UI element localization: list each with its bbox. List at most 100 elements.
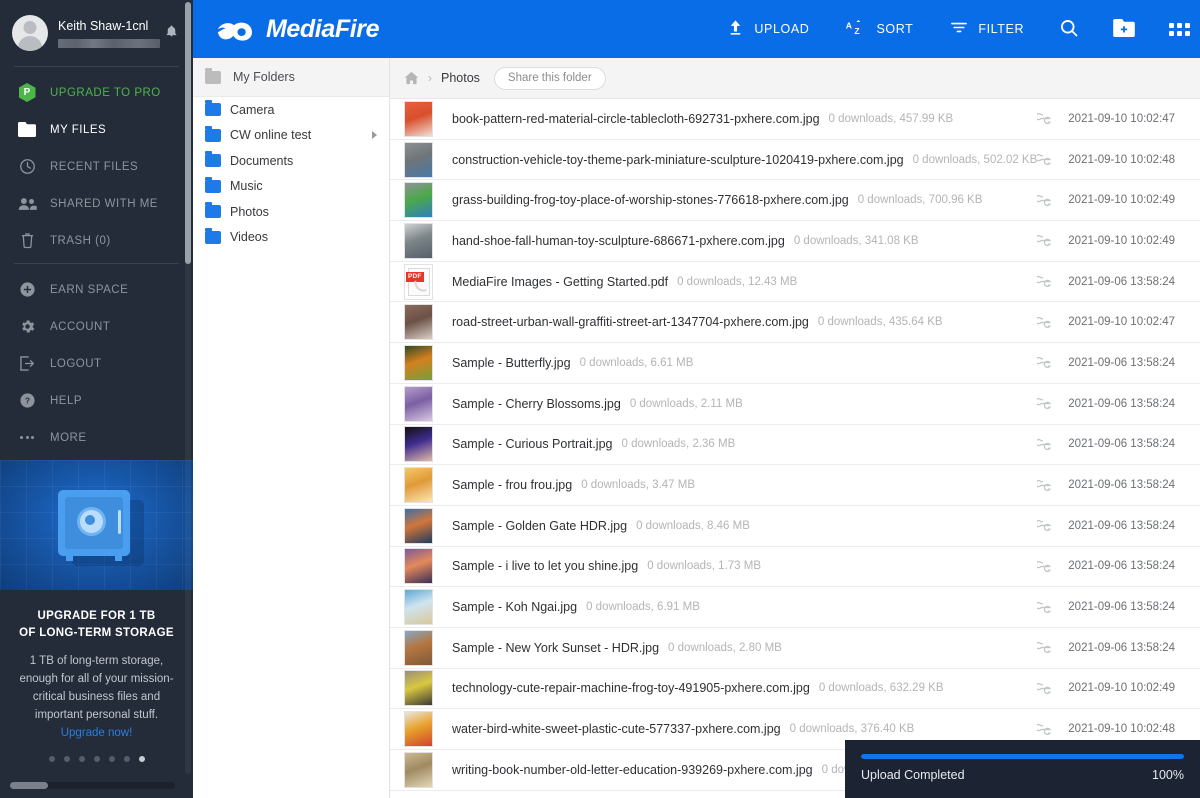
file-name[interactable]: road-street-urban-wall-graffiti-street-a… [452, 315, 809, 329]
promo-upgrade-link[interactable]: Upgrade now! [61, 727, 133, 739]
tree-item-camera[interactable]: Camera [193, 97, 389, 123]
share-link-icon[interactable] [1037, 642, 1054, 653]
tree-item-videos[interactable]: Videos [193, 225, 389, 251]
tree-item-photos[interactable]: Photos [193, 199, 389, 225]
row-menu-button[interactable] [1189, 723, 1200, 736]
file-name[interactable]: writing-book-number-old-letter-education… [452, 763, 813, 777]
promo-dot[interactable] [49, 756, 55, 762]
table-row[interactable]: Sample - Curious Portrait.jpg0 downloads… [390, 425, 1200, 466]
table-row[interactable]: construction-vehicle-toy-theme-park-mini… [390, 140, 1200, 181]
table-row[interactable]: PDFMediaFire Images - Getting Started.pd… [390, 262, 1200, 303]
promo-dot[interactable] [64, 756, 70, 762]
table-row[interactable]: Sample - Cherry Blossoms.jpg0 downloads,… [390, 384, 1200, 425]
promo-carousel-dots[interactable] [12, 756, 181, 762]
row-menu-button[interactable] [1189, 601, 1200, 614]
row-menu-button[interactable] [1189, 194, 1200, 207]
file-name[interactable]: Sample - Curious Portrait.jpg [452, 437, 612, 451]
file-name[interactable]: Sample - frou frou.jpg [452, 478, 572, 492]
file-name[interactable]: water-bird-white-sweet-plastic-cute-5773… [452, 722, 781, 736]
tree-item-music[interactable]: Music [193, 174, 389, 200]
row-menu-button[interactable] [1189, 316, 1200, 329]
sidebar-item-trash[interactable]: TRASH (0) [0, 222, 193, 259]
promo-dot[interactable] [109, 756, 115, 762]
grid-view-button[interactable] [1152, 0, 1200, 58]
mediafire-logo[interactable]: MediaFire [217, 15, 379, 44]
share-link-icon[interactable] [1037, 602, 1054, 613]
row-menu-button[interactable] [1189, 642, 1200, 655]
row-menu-button[interactable] [1189, 153, 1200, 166]
sidebar-item-logout[interactable]: LOGOUT [0, 345, 193, 382]
table-row[interactable]: Sample - Butterfly.jpg0 downloads, 6.61 … [390, 343, 1200, 384]
table-row[interactable]: Sample - i live to let you shine.jpg0 do… [390, 547, 1200, 588]
promo-dot[interactable] [124, 756, 130, 762]
file-name[interactable]: book-pattern-red-material-circle-tablecl… [452, 112, 820, 126]
chevron-right-icon[interactable] [372, 131, 377, 139]
sidebar-item-help[interactable]: ? HELP [0, 382, 193, 419]
sidebar-item-earn-space[interactable]: EARN SPACE [0, 271, 193, 308]
row-menu-button[interactable] [1189, 357, 1200, 370]
share-link-icon[interactable] [1037, 398, 1054, 409]
share-link-icon[interactable] [1037, 276, 1054, 287]
row-menu-button[interactable] [1189, 113, 1200, 126]
tree-item-my-folders[interactable]: My Folders [193, 58, 389, 97]
table-row[interactable]: hand-shoe-fall-human-toy-sculpture-68667… [390, 221, 1200, 262]
share-link-icon[interactable] [1037, 520, 1054, 531]
file-name[interactable]: hand-shoe-fall-human-toy-sculpture-68667… [452, 234, 785, 248]
file-name[interactable]: Sample - Koh Ngai.jpg [452, 600, 577, 614]
table-row[interactable]: grass-building-frog-toy-place-of-worship… [390, 180, 1200, 221]
share-this-folder-button[interactable]: Share this folder [494, 67, 606, 90]
share-link-icon[interactable] [1037, 154, 1054, 165]
sidebar-item-upgrade-to-pro[interactable]: P UPGRADE TO PRO [0, 74, 193, 111]
share-link-icon[interactable] [1037, 724, 1054, 735]
table-row[interactable]: road-street-urban-wall-graffiti-street-a… [390, 302, 1200, 343]
row-menu-button[interactable] [1189, 275, 1200, 288]
share-link-icon[interactable] [1037, 480, 1054, 491]
share-link-icon[interactable] [1037, 683, 1054, 694]
promo-dot-active[interactable] [139, 756, 145, 762]
file-name[interactable]: Sample - Butterfly.jpg [452, 356, 571, 370]
share-link-icon[interactable] [1037, 439, 1054, 450]
row-menu-button[interactable] [1189, 560, 1200, 573]
row-menu-button[interactable] [1189, 235, 1200, 248]
tree-item-documents[interactable]: Documents [193, 148, 389, 174]
table-row[interactable]: technology-cute-repair-machine-frog-toy-… [390, 669, 1200, 710]
table-row[interactable]: Sample - Golden Gate HDR.jpg0 downloads,… [390, 506, 1200, 547]
file-name[interactable]: Sample - Cherry Blossoms.jpg [452, 397, 621, 411]
sidebar-item-my-files[interactable]: MY FILES [0, 111, 193, 148]
table-row[interactable]: book-pattern-red-material-circle-tablecl… [390, 99, 1200, 140]
tree-item-cw-online-test[interactable]: CW online test [193, 123, 389, 149]
row-menu-button[interactable] [1189, 519, 1200, 532]
table-row[interactable]: Sample - frou frou.jpg0 downloads, 3.47 … [390, 465, 1200, 506]
home-icon[interactable] [404, 71, 419, 85]
file-name[interactable]: Sample - New York Sunset - HDR.jpg [452, 641, 659, 655]
sort-button[interactable]: A Z SORT [827, 0, 931, 58]
share-link-icon[interactable] [1037, 357, 1054, 368]
bell-icon[interactable] [165, 24, 179, 43]
filter-button[interactable]: FILTER [931, 0, 1042, 58]
file-name[interactable]: MediaFire Images - Getting Started.pdf [452, 275, 668, 289]
account-block[interactable]: Keith Shaw-1cnl [0, 0, 193, 66]
sidebar-vertical-scrollbar[interactable] [185, 2, 191, 774]
table-row[interactable]: Sample - Koh Ngai.jpg0 downloads, 6.91 M… [390, 587, 1200, 628]
promo-image[interactable] [0, 460, 193, 590]
share-link-icon[interactable] [1037, 235, 1054, 246]
sidebar-item-recent-files[interactable]: RECENT FILES [0, 148, 193, 185]
share-link-icon[interactable] [1037, 195, 1054, 206]
share-link-icon[interactable] [1037, 561, 1054, 572]
row-menu-button[interactable] [1189, 682, 1200, 695]
sidebar-horizontal-scrollbar[interactable] [10, 782, 175, 789]
file-name[interactable]: technology-cute-repair-machine-frog-toy-… [452, 681, 810, 695]
row-menu-button[interactable] [1189, 479, 1200, 492]
upload-toast[interactable]: Upload Completed 100% [845, 740, 1200, 798]
file-name[interactable]: construction-vehicle-toy-theme-park-mini… [452, 153, 904, 167]
breadcrumb-current[interactable]: Photos [441, 71, 480, 85]
file-name[interactable]: Sample - i live to let you shine.jpg [452, 559, 638, 573]
search-button[interactable] [1042, 0, 1096, 58]
sidebar-item-shared-with-me[interactable]: SHARED WITH ME [0, 185, 193, 222]
sidebar-item-account[interactable]: ACCOUNT [0, 308, 193, 345]
share-link-icon[interactable] [1037, 113, 1054, 124]
row-menu-button[interactable] [1189, 438, 1200, 451]
promo-dot[interactable] [79, 756, 85, 762]
file-name[interactable]: Sample - Golden Gate HDR.jpg [452, 519, 627, 533]
share-link-icon[interactable] [1037, 317, 1054, 328]
